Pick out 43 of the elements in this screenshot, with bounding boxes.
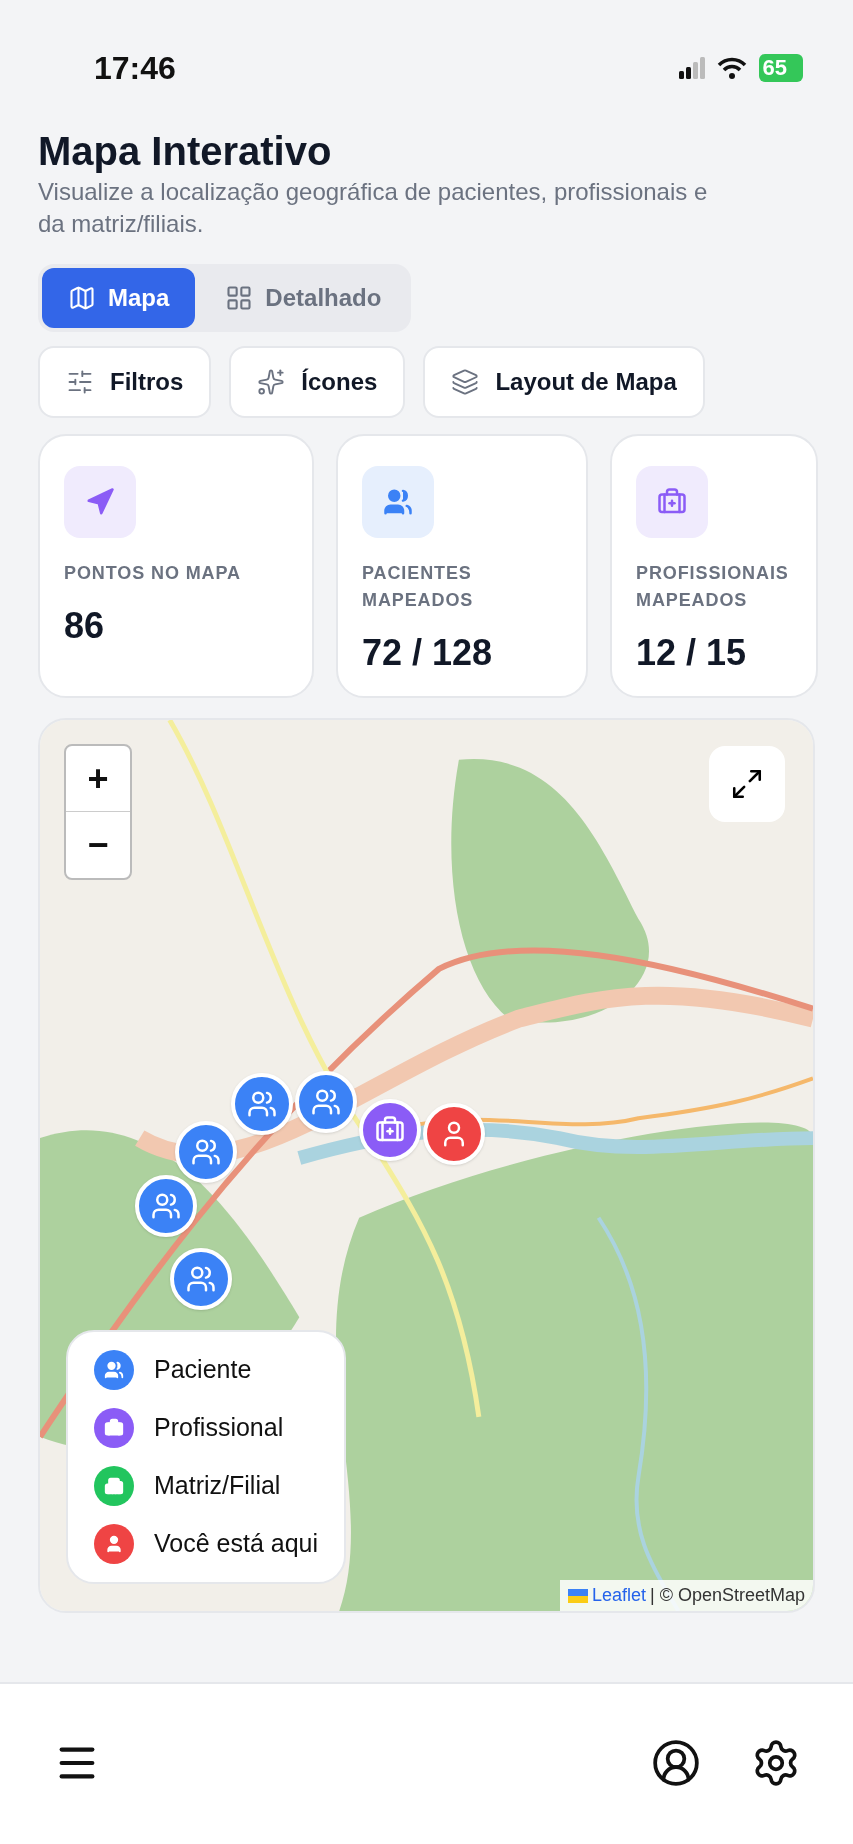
page-subtitle: Visualize a localização geográfica de pacientes, profissionais e da matriz/filiais. <box>38 177 709 239</box>
stat-label: PONTOS NO MAPA <box>64 562 242 585</box>
legend-label: Matriz/Filial <box>154 1470 281 1502</box>
users-icon <box>104 1360 124 1380</box>
zoom-in-button[interactable]: + <box>66 746 130 812</box>
users-icon <box>383 487 413 517</box>
view-tab[interactable]: Detalhado <box>199 268 408 328</box>
users-icon <box>247 1089 277 1119</box>
person-icon <box>104 1534 124 1554</box>
battery-level: 65 <box>758 54 803 82</box>
users-icon <box>186 1264 216 1294</box>
flag-icon <box>567 1588 588 1603</box>
leaflet-link[interactable]: Leaflet <box>591 1582 646 1609</box>
stat-label: PACIENTES MAPEADOS <box>362 562 475 612</box>
users-icon <box>311 1087 341 1117</box>
zoom-out-button[interactable]: − <box>66 812 130 878</box>
users-icon <box>191 1137 221 1167</box>
stat-value: 72 / 128 <box>362 631 494 675</box>
view-tab[interactable]: Mapa <box>42 268 196 328</box>
expand-icon <box>730 767 764 801</box>
page-title: Mapa Interativo <box>38 128 333 175</box>
stat-label: PROFISSIONAIS MAPEADOS <box>636 562 790 612</box>
action-button[interactable]: Layout de Mapa <box>423 346 705 418</box>
navigation-arrow-icon <box>85 487 115 517</box>
signal-icon <box>678 57 705 79</box>
stat-value: 12 / 15 <box>636 631 748 675</box>
map-icon <box>68 284 96 312</box>
stat-value: 86 <box>64 604 106 648</box>
wifi-icon <box>716 57 747 79</box>
sparkles-icon <box>257 368 286 396</box>
action-button[interactable]: Filtros <box>38 346 212 418</box>
legend-label: Paciente <box>154 1354 252 1386</box>
users-icon <box>151 1191 181 1221</box>
sliders-icon <box>66 368 94 396</box>
action-button[interactable]: Ícones <box>229 346 406 418</box>
status-time: 17:46 <box>94 49 176 88</box>
legend-label: Você está aqui <box>154 1528 318 1560</box>
grid-icon <box>225 284 254 312</box>
attribution-text: | © OpenStreetMap <box>650 1584 805 1607</box>
fullscreen-button[interactable] <box>709 746 785 822</box>
legend-label: Profissional <box>154 1412 284 1444</box>
layers-icon <box>451 368 480 396</box>
profile-icon <box>651 1738 701 1788</box>
